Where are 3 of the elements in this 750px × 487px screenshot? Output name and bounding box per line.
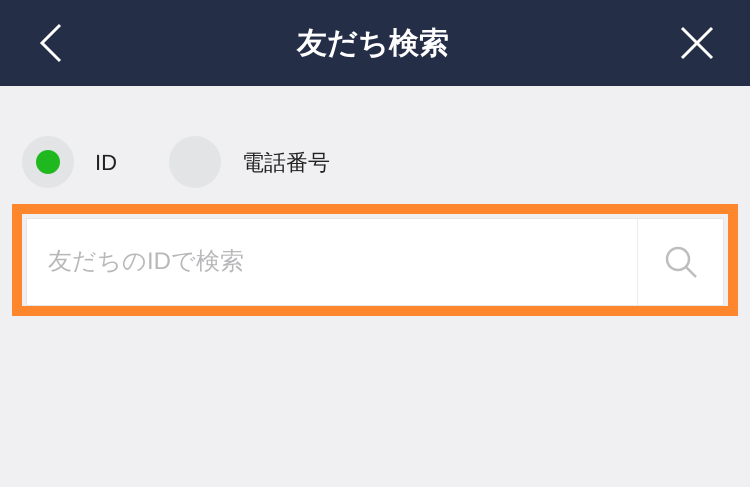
radio-option[interactable]: 電話番号 [169,136,330,188]
close-icon[interactable] [680,26,714,60]
header-title: 友だち検索 [297,26,449,62]
